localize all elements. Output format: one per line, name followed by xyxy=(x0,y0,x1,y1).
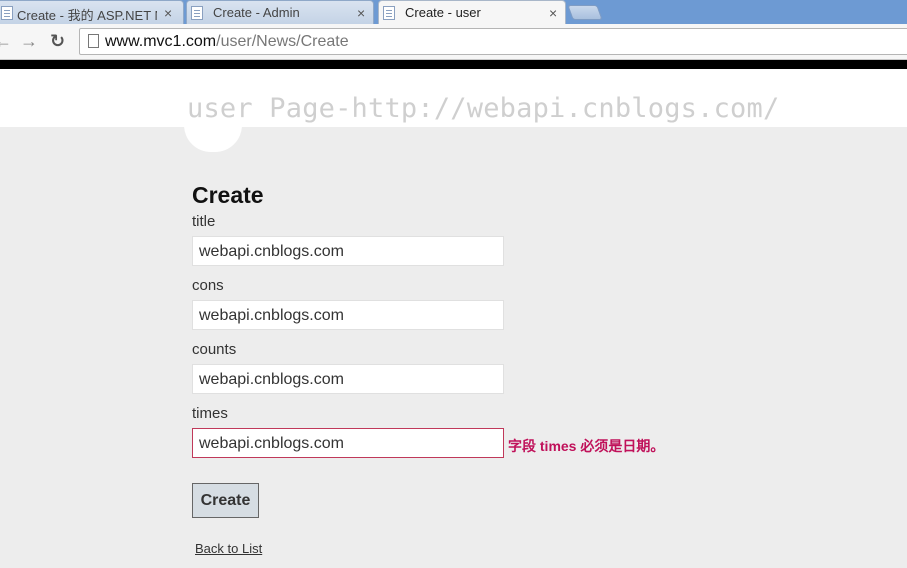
close-tab-icon[interactable]: × xyxy=(164,5,172,21)
title-label: title xyxy=(192,213,216,230)
times-validation-error: 字段 times 必须是日期。 xyxy=(508,438,665,454)
close-tab-icon[interactable]: × xyxy=(357,5,365,21)
forward-arrow-icon[interactable]: → xyxy=(20,31,38,51)
tab-user[interactable]: Create - user × xyxy=(378,0,566,24)
tab-strip: Create - 我的 ASP.NET M × Create - Admin ×… xyxy=(0,0,907,24)
cons-label: cons xyxy=(192,277,224,294)
close-tab-icon[interactable]: × xyxy=(549,5,557,21)
new-tab-button[interactable] xyxy=(567,5,603,20)
address-bar[interactable]: www.mvc1.com/user/News/Create xyxy=(79,28,907,55)
tab-title: Create - user xyxy=(405,5,481,20)
tab-aspnet[interactable]: Create - 我的 ASP.NET M × xyxy=(0,0,184,24)
page-favicon-icon xyxy=(383,6,395,20)
url-path: /user/News/Create xyxy=(216,33,349,50)
reload-icon[interactable]: ↻ xyxy=(50,31,65,51)
back-to-list-link[interactable]: Back to List xyxy=(195,541,262,556)
times-input[interactable]: webapi.cnblogs.com xyxy=(192,428,504,458)
page-favicon-icon xyxy=(1,6,13,20)
title-input[interactable]: webapi.cnblogs.com xyxy=(192,236,504,266)
page-favicon-icon xyxy=(191,6,203,20)
url-text: www.mvc1.com/user/News/Create xyxy=(105,33,349,51)
tab-title: Create - Admin xyxy=(213,5,300,20)
back-arrow-icon[interactable]: ← xyxy=(0,31,12,51)
cons-input[interactable]: webapi.cnblogs.com xyxy=(192,300,504,330)
times-label: times xyxy=(192,405,228,422)
site-title: user Page-http://webapi.cnblogs.com/ xyxy=(187,93,780,124)
counts-label: counts xyxy=(192,341,237,358)
header-decoration xyxy=(184,125,242,152)
tab-title: Create - 我的 ASP.NET M xyxy=(17,8,157,23)
url-host: www.mvc1.com xyxy=(105,33,217,50)
header-top-bar xyxy=(0,60,907,69)
create-button[interactable]: Create xyxy=(192,483,259,518)
counts-input[interactable]: webapi.cnblogs.com xyxy=(192,364,504,394)
site-header: user Page-http://webapi.cnblogs.com/ xyxy=(0,69,907,127)
page-icon xyxy=(88,34,99,48)
page-title: Create xyxy=(192,182,264,208)
browser-toolbar: ← → ↻ www.mvc1.com/user/News/Create xyxy=(0,24,907,60)
tab-admin[interactable]: Create - Admin × xyxy=(186,0,374,24)
